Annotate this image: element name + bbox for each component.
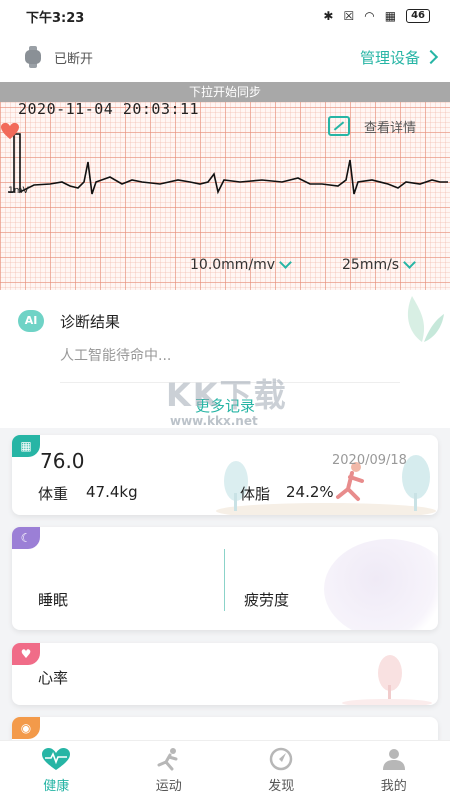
drop-icon: ◉: [12, 717, 40, 739]
battery-icon: 46: [406, 9, 430, 23]
tab-discover[interactable]: 发现: [225, 741, 338, 800]
leaf-decoration-icon: [407, 296, 444, 342]
diagnosis-title: 诊断结果: [60, 313, 121, 331]
watermark-url: www.kkx.net: [170, 414, 258, 428]
bottom-tab-bar: 健康 运动 发现 我的: [0, 740, 450, 800]
ecg-timestamp: 2020-11-04 20:03:11: [18, 100, 200, 118]
tab-mine[interactable]: 我的: [338, 741, 450, 800]
device-status: 已断开: [54, 51, 94, 67]
heart-icon: [1, 122, 19, 140]
ai-badge: AI: [18, 310, 44, 332]
tab-sport[interactable]: 运动: [113, 741, 226, 800]
tree-decoration: [342, 655, 432, 705]
signal-icon: ▦: [384, 9, 397, 23]
clock: 下午3:23: [26, 10, 85, 26]
moon-decoration: [324, 539, 438, 630]
weight-card[interactable]: ▦ 76.0 2020/09/18 体重 47.4kg 体脂 24.2%: [12, 435, 438, 515]
paper-speed-select[interactable]: 25mm/s: [342, 256, 416, 273]
tab-sport-label: 运动: [155, 779, 182, 794]
watermark-logo: KK下载: [166, 376, 288, 414]
mute-icon: ☒: [343, 9, 355, 23]
weight-value: 47.4kg: [86, 483, 138, 501]
bluetooth-icon: ✱: [323, 9, 334, 23]
divider: [224, 549, 225, 611]
tab-health[interactable]: 健康: [0, 741, 113, 800]
fatigue-label: 疲劳度: [244, 591, 290, 609]
heart-icon: ♥: [12, 643, 40, 665]
scale-icon: ▦: [12, 435, 40, 457]
tab-health-label: 健康: [43, 779, 70, 794]
sleep-label: 睡眠: [38, 591, 69, 609]
status-bar: 下午3:23 ✱ ☒ ◠ ▦ 46: [0, 0, 450, 32]
weight-date: 2020/09/18: [332, 453, 407, 468]
weight-score: 76.0: [40, 449, 85, 473]
ecg-panel[interactable]: 下拉开始同步 2020-11-04 20:03:11 查看详情 1mV 10.0…: [0, 82, 450, 290]
weight-label: 体重: [38, 485, 69, 503]
sync-banner: 下拉开始同步: [0, 82, 450, 102]
diagnosis-text: 人工智能待命中...: [60, 348, 172, 364]
chevron-down-icon: [279, 256, 292, 269]
health-icon: [42, 748, 71, 770]
running-icon: [157, 748, 178, 771]
ecg-waveform: [8, 133, 448, 195]
sleep-card[interactable]: ☾ 睡眠 疲劳度: [12, 527, 438, 630]
manage-device-button[interactable]: 管理设备: [359, 47, 439, 68]
wifi-icon: ◠: [364, 9, 375, 23]
chevron-right-icon: [423, 49, 439, 65]
moon-icon: ☾: [12, 527, 40, 549]
manage-device-label: 管理设备: [359, 48, 420, 67]
watch-icon: [24, 46, 42, 68]
tab-discover-label: 发现: [268, 779, 295, 794]
heart-rate-card[interactable]: ♥ 心率: [12, 643, 438, 705]
paper-speed-value: 25mm/s: [342, 257, 400, 273]
body-fat-value: 24.2%: [286, 483, 334, 501]
status-icons: ✱ ☒ ◠ ▦ 46: [323, 9, 430, 23]
chevron-down-icon: [403, 256, 416, 269]
body-fat-label: 体脂: [240, 485, 271, 503]
compass-icon: [270, 747, 293, 771]
heart-rate-label: 心率: [38, 669, 69, 687]
calibration-label: 1mV: [8, 186, 29, 196]
tab-mine-label: 我的: [380, 779, 407, 794]
profile-icon: [382, 749, 405, 770]
amplitude-scale-value: 10.0mm/mv: [190, 257, 276, 273]
device-bar: 已断开 管理设备: [0, 32, 450, 82]
amplitude-scale-select[interactable]: 10.0mm/mv: [190, 256, 292, 273]
